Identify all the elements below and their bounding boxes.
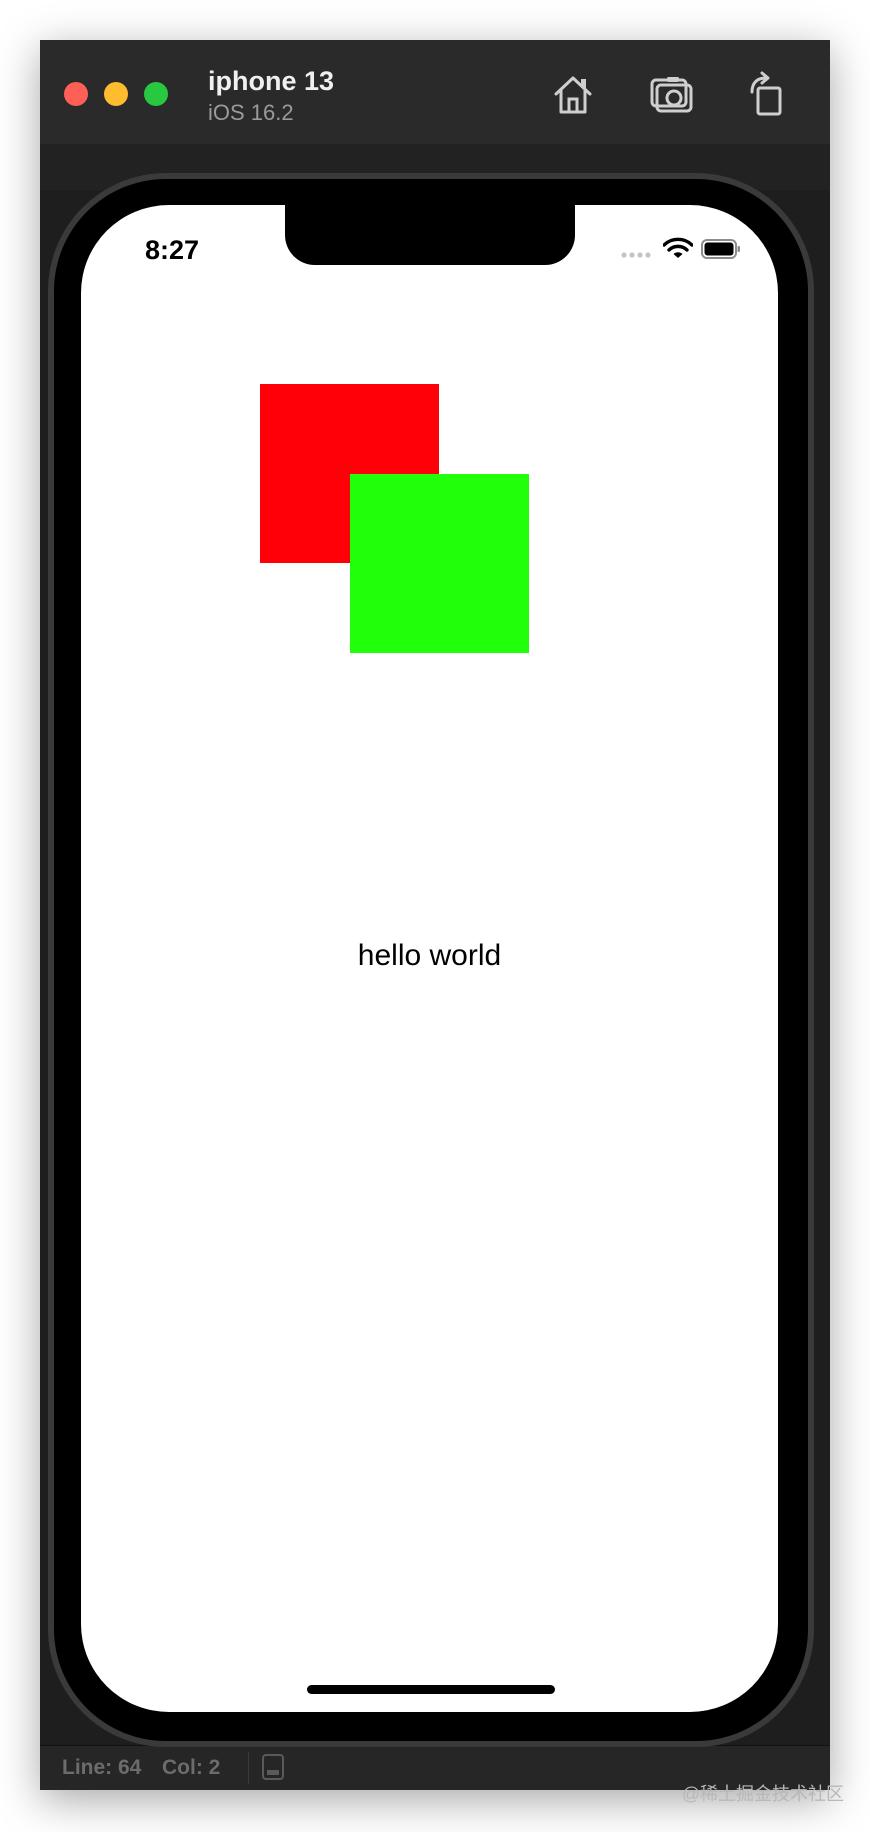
wifi-icon [663, 237, 693, 258]
title-bar: iphone 13 iOS 16.2 [40, 40, 830, 145]
line-indicator: Line: 64 [62, 1756, 142, 1779]
device-name: iphone 13 [208, 66, 335, 96]
os-version: iOS 16.2 [208, 100, 294, 125]
panel-toggle-icon[interactable] [262, 1754, 284, 1780]
close-window-button[interactable] [64, 82, 88, 106]
home-indicator[interactable] [307, 1685, 555, 1694]
green-square [350, 474, 529, 653]
hello-world-label: hello world [357, 939, 502, 972]
camera-icon [650, 77, 693, 113]
rotate-icon [750, 71, 782, 116]
status-divider [248, 1752, 249, 1784]
watermark: @稀土掘金技术社区 [681, 1784, 844, 1804]
screenshot-button[interactable] [647, 70, 697, 120]
notch [285, 205, 575, 265]
home-button[interactable] [548, 70, 598, 120]
column-indicator: Col: 2 [162, 1756, 221, 1779]
home-icon [554, 76, 592, 114]
status-time: 8:27 [145, 235, 200, 265]
phone-screen[interactable]: 8:27 hello world [81, 205, 778, 1712]
zoom-window-button[interactable] [144, 82, 168, 106]
battery-icon [701, 239, 740, 259]
cellular-signal-icon [621, 252, 651, 258]
minimize-window-button[interactable] [104, 82, 128, 106]
rotate-button[interactable] [742, 70, 792, 120]
